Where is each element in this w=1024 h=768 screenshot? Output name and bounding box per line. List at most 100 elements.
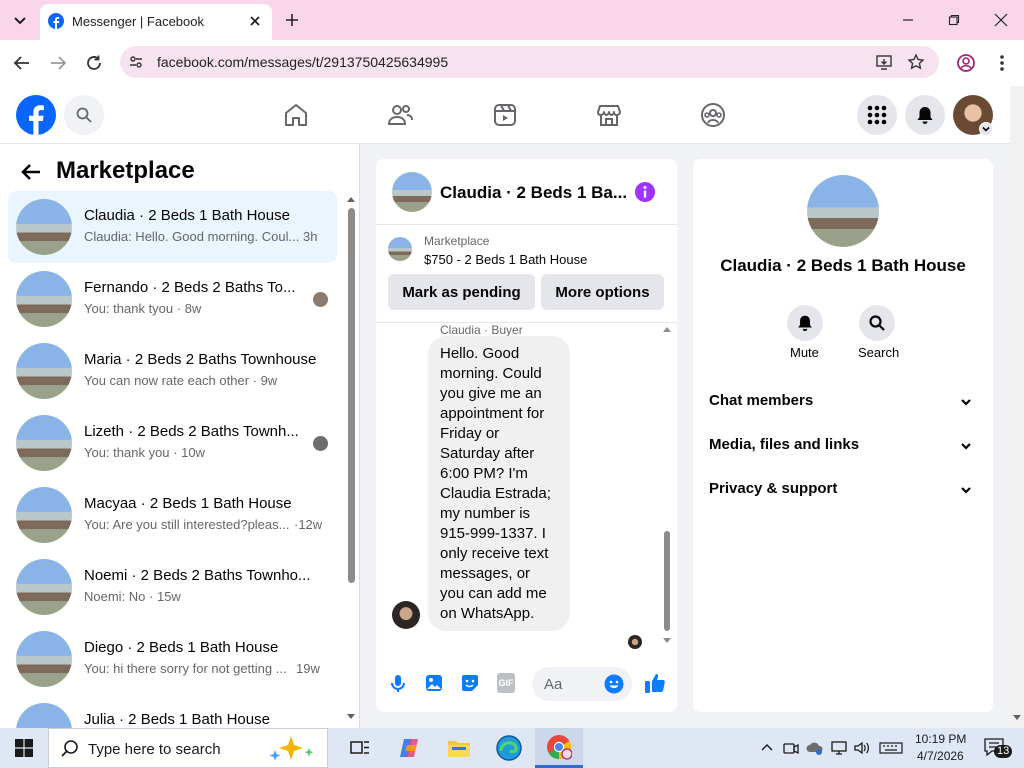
friends-icon[interactable] xyxy=(385,100,415,130)
sidebar-title: Marketplace xyxy=(56,157,195,184)
conversation-item[interactable]: Diego · 2 Beds 1 Bath House You: hi ther… xyxy=(8,623,337,695)
page-scroll-down-icon[interactable] xyxy=(1012,714,1022,722)
tab-list-chevron-icon[interactable] xyxy=(10,10,30,30)
more-options-button[interactable]: More options xyxy=(541,274,664,310)
clock-time[interactable]: 10:19 PM xyxy=(915,732,966,746)
search-in-conversation-button[interactable] xyxy=(859,305,895,341)
back-icon[interactable] xyxy=(13,54,31,72)
bell-icon xyxy=(798,315,812,332)
notifications-button[interactable] xyxy=(905,95,945,135)
conversation-name: Lizeth · 2 Beds 2 Baths Townh... xyxy=(84,423,299,440)
conversation-preview: Noemi: No · 15w xyxy=(84,589,181,604)
mark-as-pending-button[interactable]: Mark as pending xyxy=(388,274,535,310)
facebook-favicon-icon xyxy=(48,13,64,29)
meet-now-icon[interactable] xyxy=(783,740,799,756)
bookmark-star-icon[interactable] xyxy=(907,53,925,71)
mute-button[interactable] xyxy=(787,305,823,341)
gif-button[interactable]: GIF xyxy=(497,673,515,693)
conversation-info-panel: Claudia · 2 Beds 1 Bath House Mute Searc… xyxy=(693,159,993,712)
sticker-icon[interactable] xyxy=(460,673,480,693)
edge-app[interactable] xyxy=(489,728,529,768)
sidebar-scroll-thumb[interactable] xyxy=(348,208,355,583)
sidebar-scrollbar[interactable] xyxy=(346,194,356,724)
photo-icon[interactable] xyxy=(424,673,444,693)
file-explorer-app[interactable] xyxy=(439,728,479,768)
chat-members-section[interactable]: Chat members xyxy=(709,392,977,416)
copilot-icon xyxy=(400,739,418,757)
listing-mini-thumbnail xyxy=(388,237,412,261)
info-icon[interactable] xyxy=(634,181,656,203)
scroll-up-icon[interactable] xyxy=(346,194,356,204)
privacy-support-section[interactable]: Privacy & support xyxy=(709,480,977,504)
taskbar-search-box[interactable]: Type here to search xyxy=(48,728,328,768)
new-tab-icon[interactable] xyxy=(284,12,300,28)
facebook-navbar xyxy=(0,86,1010,144)
browser-tab[interactable]: Messenger | Facebook xyxy=(40,4,272,40)
marketplace-icon[interactable] xyxy=(594,100,624,130)
chrome-app-active[interactable] xyxy=(535,728,583,768)
start-button[interactable] xyxy=(0,728,48,768)
conversation-preview: You: Are you still interested?pleas... xyxy=(84,517,290,532)
address-bar[interactable]: facebook.com/messages/t/2913750425634995 xyxy=(120,46,939,78)
conversation-preview: You: hi there sorry for not getting ... xyxy=(84,661,287,676)
thumbs-up-icon[interactable] xyxy=(643,671,667,695)
onedrive-icon[interactable] xyxy=(805,740,825,756)
copilot-app[interactable] xyxy=(390,728,430,768)
task-view-button[interactable] xyxy=(340,728,380,768)
chat-title[interactable]: Claudia · 2 Beds 1 Ba... xyxy=(440,183,627,203)
volume-icon[interactable] xyxy=(853,740,871,756)
conversation-time: ·12w xyxy=(294,517,323,532)
conversation-item[interactable]: Noemi · 2 Beds 2 Baths Townho... Noemi: … xyxy=(8,551,337,623)
chrome-icon xyxy=(547,734,572,760)
media-files-links-section[interactable]: Media, files and links xyxy=(709,436,977,460)
scroll-down-icon[interactable] xyxy=(346,712,356,722)
notification-count-badge: 13 xyxy=(994,745,1013,758)
account-chevron-icon[interactable] xyxy=(979,122,993,136)
conversation-preview: You: thank tyou · 8w xyxy=(84,301,202,316)
close-tab-icon[interactable] xyxy=(248,14,262,28)
network-icon[interactable] xyxy=(830,740,848,756)
clock-date[interactable]: 4/7/2026 xyxy=(917,749,964,763)
chat-scroll-thumb[interactable] xyxy=(664,531,670,631)
chat-thumbnail[interactable] xyxy=(392,172,432,212)
conversation-item[interactable]: Fernando · 2 Beds 2 Baths To... You: tha… xyxy=(8,263,337,335)
conversation-item[interactable]: Maria · 2 Beds 2 Baths Townhouse You can… xyxy=(8,335,337,407)
chevron-down-icon xyxy=(961,443,971,450)
message-input[interactable]: Aa xyxy=(532,667,632,701)
facebook-search-button[interactable] xyxy=(64,95,104,135)
show-hidden-icons-chevron-icon[interactable] xyxy=(760,741,774,755)
menu-button[interactable] xyxy=(857,95,897,135)
conversation-item[interactable]: Claudia · 2 Beds 1 Bath House Claudia: H… xyxy=(8,191,337,263)
emoji-icon[interactable] xyxy=(604,674,624,694)
minimize-window-icon[interactable] xyxy=(902,14,914,26)
video-icon[interactable] xyxy=(490,100,520,130)
read-receipt-avatar xyxy=(313,292,328,307)
listing-thumbnail xyxy=(16,271,72,327)
conversation-item[interactable]: Julia · 2 Beds 1 Bath House xyxy=(8,695,337,728)
reload-icon[interactable] xyxy=(85,54,103,72)
page-scrollbar[interactable] xyxy=(1010,86,1024,728)
conversation-name: Macyaa · 2 Beds 1 Bath House xyxy=(84,495,292,512)
home-icon[interactable] xyxy=(281,100,311,130)
notification-center-icon[interactable]: 13 xyxy=(984,738,1014,760)
microphone-icon[interactable] xyxy=(388,673,408,693)
facebook-logo-icon[interactable] xyxy=(16,95,56,135)
browser-menu-icon[interactable] xyxy=(993,53,1011,73)
composer: GIF Aa xyxy=(376,657,677,712)
conversation-item[interactable]: Lizeth · 2 Beds 2 Baths Townh... You: th… xyxy=(8,407,337,479)
folder-icon xyxy=(448,741,470,757)
maximize-window-icon[interactable] xyxy=(948,14,960,26)
install-app-icon[interactable] xyxy=(875,53,893,71)
profile-icon[interactable] xyxy=(956,53,976,73)
chat-scroll-up-icon[interactable] xyxy=(662,325,672,333)
chat-scroll-down-icon[interactable] xyxy=(662,637,672,645)
chat-scrollbar[interactable] xyxy=(662,325,672,647)
groups-icon[interactable] xyxy=(698,100,728,130)
site-info-icon[interactable] xyxy=(128,54,144,70)
chat-header: Claudia · 2 Beds 1 Ba... xyxy=(376,159,677,225)
back-arrow-icon[interactable] xyxy=(20,161,42,183)
conversation-item[interactable]: Macyaa · 2 Beds 1 Bath House You: Are yo… xyxy=(8,479,337,551)
keyboard-icon[interactable] xyxy=(879,740,903,756)
forward-icon[interactable] xyxy=(49,54,67,72)
close-window-icon[interactable] xyxy=(994,13,1008,27)
